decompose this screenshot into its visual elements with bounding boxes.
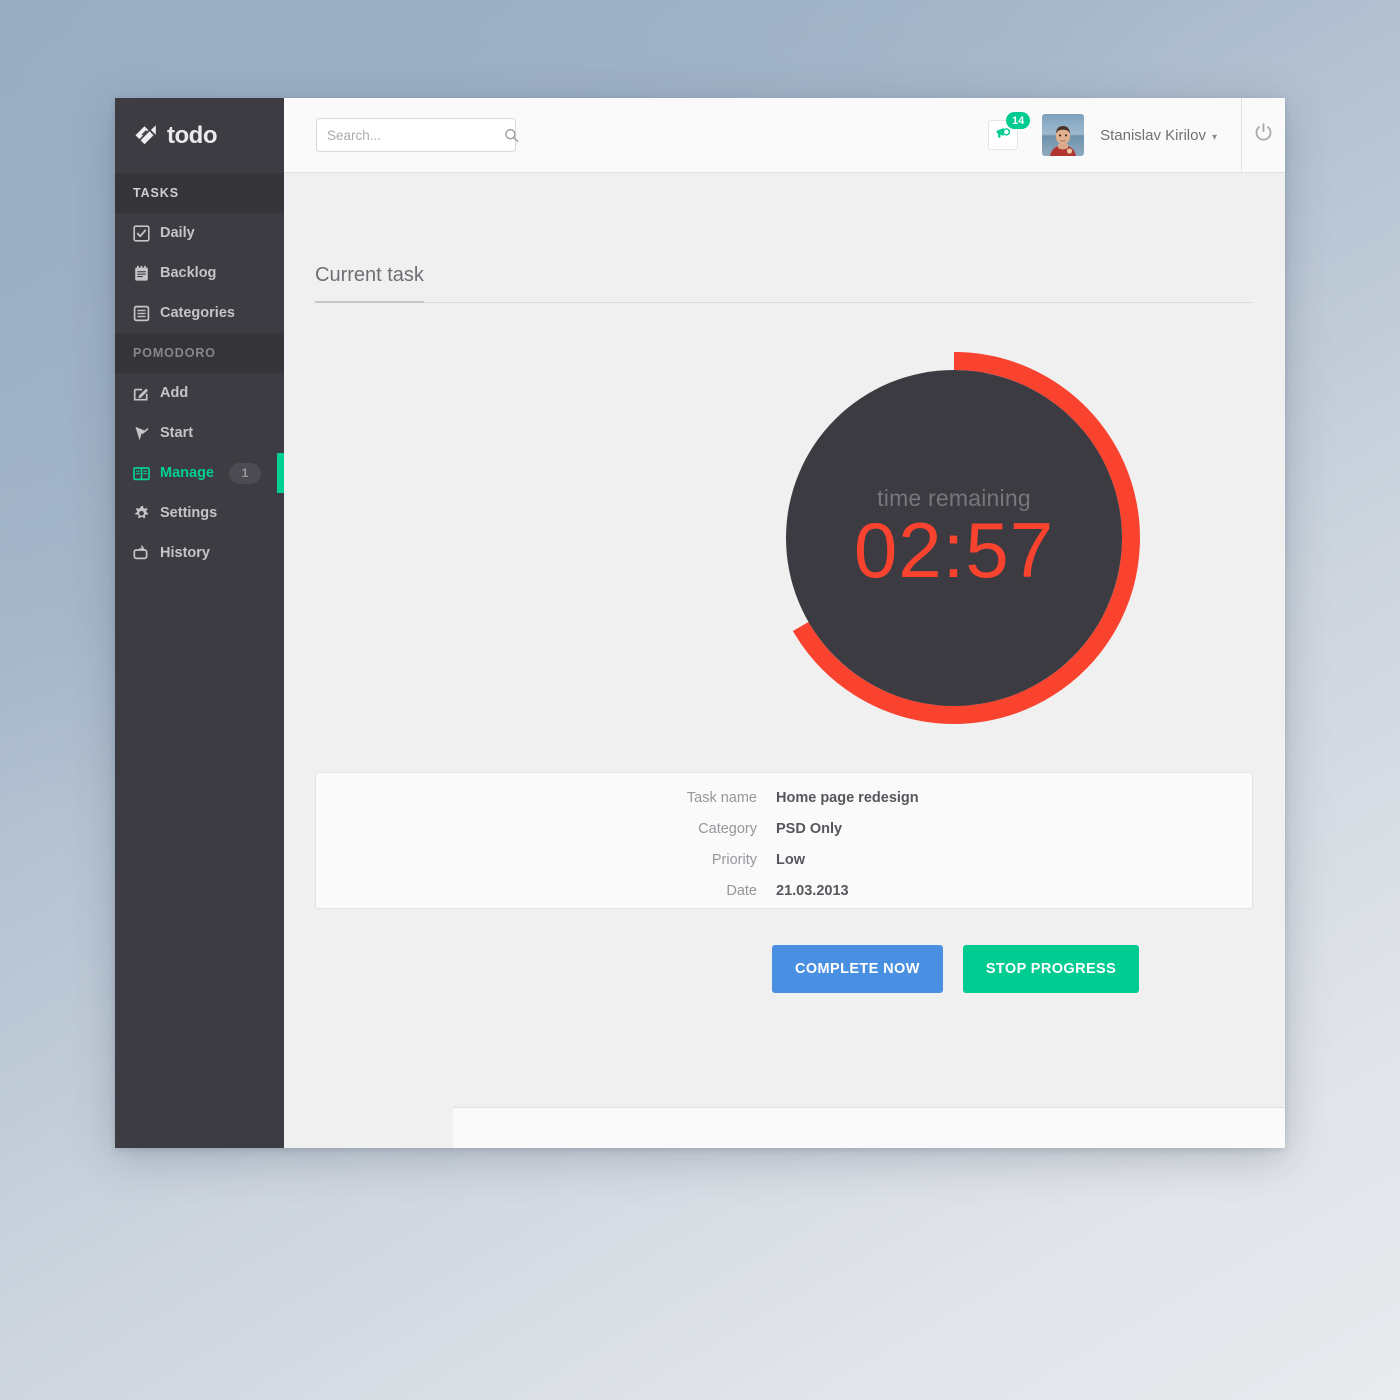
edit-square-icon bbox=[133, 385, 150, 402]
notepad-icon bbox=[133, 265, 150, 282]
refresh-icon bbox=[133, 545, 150, 562]
brand-name: todo bbox=[167, 121, 217, 149]
sidebar-item-start[interactable]: Start bbox=[115, 413, 284, 453]
notification-count-badge: 14 bbox=[1006, 112, 1031, 129]
cursor-icon bbox=[133, 425, 150, 442]
task-field-label: Date bbox=[726, 883, 757, 899]
sidebar-item-daily[interactable]: Daily bbox=[115, 213, 284, 253]
sidebar-item-label: Manage bbox=[160, 465, 214, 481]
sidebar-item-badge: 1 bbox=[229, 462, 261, 484]
main-area: 14 bbox=[284, 98, 1285, 1148]
sidebar-item-categories[interactable]: Categories bbox=[115, 293, 284, 333]
sidebar-item-manage[interactable]: Manage 1 bbox=[115, 453, 284, 493]
stop-progress-button[interactable]: STOP PROGRESS bbox=[962, 945, 1140, 993]
app-window: todo TASKS Daily Backlog Categories POMO… bbox=[115, 98, 1285, 1148]
task-field-label: Task name bbox=[686, 790, 757, 806]
sidebar-item-label: Backlog bbox=[160, 265, 217, 281]
user-name-label: Stanislav Kirilov bbox=[1100, 126, 1206, 144]
open-book-icon bbox=[133, 465, 150, 482]
search-box[interactable] bbox=[316, 118, 519, 152]
sidebar-active-indicator bbox=[277, 453, 284, 493]
user-menu[interactable]: Stanislav Kirilov ▾ bbox=[1100, 127, 1217, 144]
brand-logo[interactable]: todo bbox=[115, 98, 284, 173]
sidebar-section-tasks: TASKS bbox=[115, 173, 284, 213]
complete-now-button[interactable]: COMPLETE NOW bbox=[772, 945, 943, 993]
table-row: Date 21.03.2013 bbox=[316, 883, 1252, 914]
sidebar-item-label: Settings bbox=[160, 505, 218, 521]
sidebar: todo TASKS Daily Backlog Categories POMO… bbox=[115, 98, 284, 1148]
task-field-label: Category bbox=[698, 821, 757, 837]
sidebar-item-add[interactable]: Add bbox=[115, 373, 284, 413]
sidebar-item-backlog[interactable]: Backlog bbox=[115, 253, 284, 293]
task-field-value: 21.03.2013 bbox=[776, 883, 849, 899]
search-input[interactable] bbox=[327, 127, 504, 143]
timer-value: 02:57 bbox=[853, 505, 1055, 594]
gear-icon bbox=[133, 505, 150, 522]
top-bar-right: 14 Stanislav Kirilov ▾ bbox=[988, 98, 1285, 172]
sidebar-item-label: Start bbox=[160, 425, 194, 441]
task-field-value: Low bbox=[776, 852, 805, 868]
footer-bar bbox=[453, 1107, 1285, 1148]
table-row: Priority Low bbox=[316, 852, 1252, 883]
sidebar-item-settings[interactable]: Settings bbox=[115, 493, 284, 533]
logout-button[interactable] bbox=[1241, 98, 1285, 172]
task-details-table: Task name Home page redesign Category PS… bbox=[316, 790, 1252, 914]
task-field-label: Priority bbox=[711, 852, 757, 868]
search-icon[interactable] bbox=[504, 128, 519, 143]
sidebar-item-label: History bbox=[160, 545, 210, 561]
sidebar-item-history[interactable]: History bbox=[115, 533, 284, 573]
page-title: Current task bbox=[315, 264, 424, 303]
task-field-value: Home page redesign bbox=[776, 790, 919, 806]
list-icon bbox=[133, 305, 150, 322]
avatar[interactable] bbox=[1042, 114, 1085, 156]
sidebar-section-pomodoro: POMODORO bbox=[115, 333, 284, 373]
checkbox-icon bbox=[133, 224, 150, 242]
sidebar-item-label: Daily bbox=[160, 225, 195, 241]
page-title-underline: Current task bbox=[315, 263, 1253, 303]
power-icon bbox=[1253, 122, 1274, 148]
pomodoro-timer: time remaining 02:57 bbox=[768, 352, 1140, 724]
chevron-logo-icon bbox=[133, 123, 159, 149]
task-field-value: PSD Only bbox=[776, 821, 843, 837]
top-bar: 14 bbox=[284, 98, 1285, 173]
sidebar-item-label: Categories bbox=[160, 305, 235, 321]
chevron-down-icon: ▾ bbox=[1211, 131, 1217, 143]
timer-face: time remaining 02:57 bbox=[786, 370, 1122, 706]
table-row: Category PSD Only bbox=[316, 821, 1252, 852]
sidebar-item-label: Add bbox=[160, 385, 189, 401]
task-details-card: Task name Home page redesign Category PS… bbox=[315, 772, 1253, 909]
task-actions: COMPLETE NOW STOP PROGRESS bbox=[772, 945, 1140, 993]
content-area: Current task time remaining 02:57 Task n… bbox=[284, 173, 1285, 1148]
notifications-button[interactable]: 14 bbox=[988, 112, 1031, 150]
table-row: Task name Home page redesign bbox=[316, 790, 1252, 821]
